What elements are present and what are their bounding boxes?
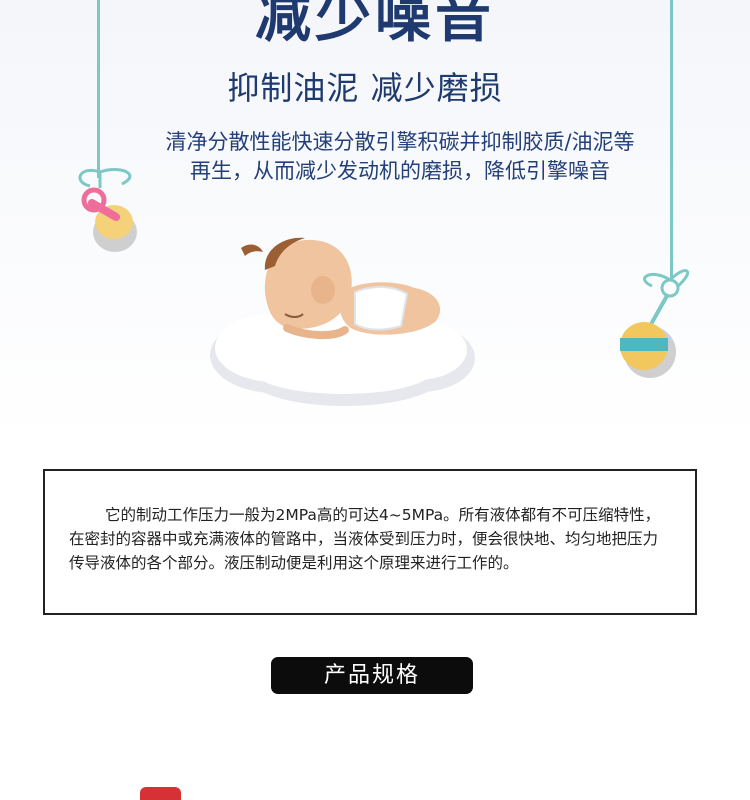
hero-description-line-2: 再生，从而减少发动机的磨损，降低引擎噪音 xyxy=(190,159,610,183)
hero-description: 清净分散性能快速分散引擎积碳并抑制胶质/油泥等 再生，从而减少发动机的磨损，降低… xyxy=(120,128,680,186)
section-heading: 产品规格 xyxy=(271,657,473,694)
hero-banner: 减少噪音 抑制油泥 减少磨损 清净分散性能快速分散引擎积碳并抑制胶质/油泥等 再… xyxy=(0,0,750,440)
info-box: 它的制动工作压力一般为2MPa高的可达4~5MPa。所有液体都有不可压缩特性，在… xyxy=(43,469,697,615)
hero-description-line-1: 清净分散性能快速分散引擎积碳并抑制胶质/油泥等 xyxy=(165,130,635,154)
sleeping-baby-illustration xyxy=(210,237,475,406)
rattle-icon xyxy=(620,269,690,378)
hero-title: 减少噪音 xyxy=(255,0,495,50)
product-bottle-cap xyxy=(140,787,181,800)
info-text: 它的制动工作压力一般为2MPa高的可达4~5MPa。所有液体都有不可压缩特性，在… xyxy=(69,506,661,572)
pacifier-icon xyxy=(78,168,137,252)
hero-subtitle: 抑制油泥 减少磨损 xyxy=(227,69,503,107)
